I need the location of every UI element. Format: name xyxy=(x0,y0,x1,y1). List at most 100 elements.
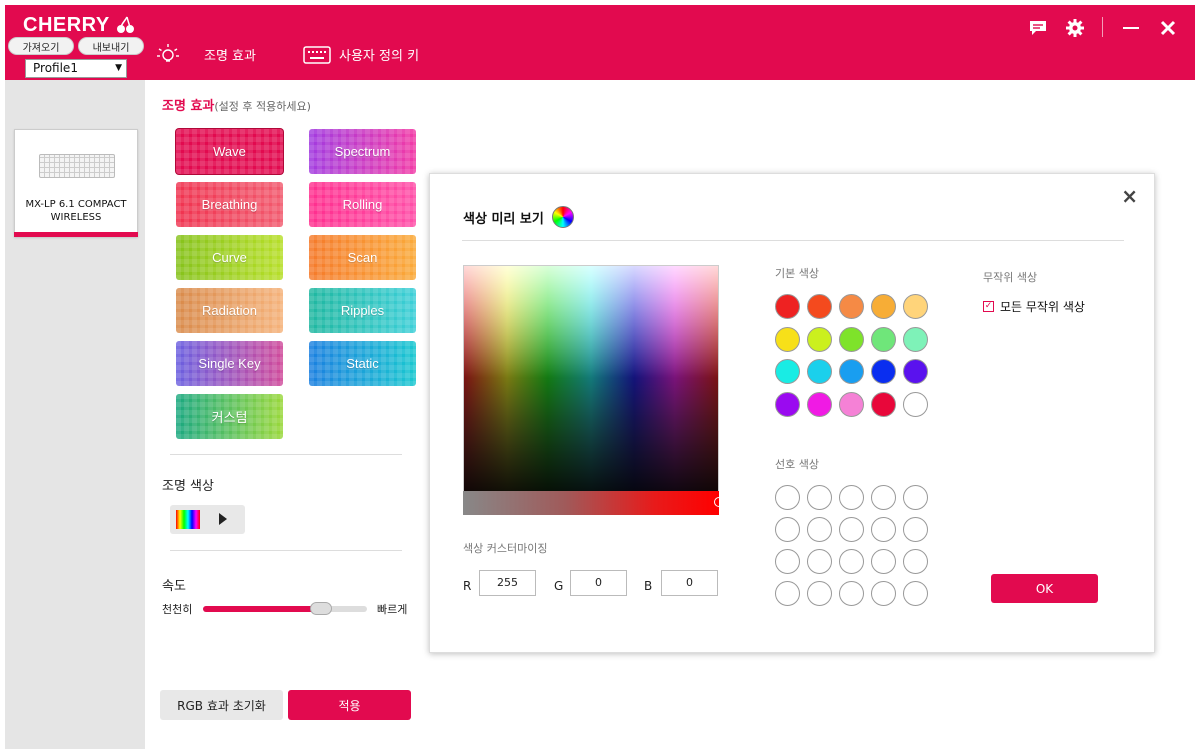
favorite-color-slot[interactable] xyxy=(839,485,864,510)
basic-color-swatch[interactable] xyxy=(807,391,832,417)
divider xyxy=(170,454,402,455)
b-label: B xyxy=(644,579,653,593)
color-picker-handle[interactable] xyxy=(714,497,724,507)
cherry-icon xyxy=(117,16,134,33)
device-name-line1: MX-LP 6.1 COMPACT xyxy=(25,199,127,210)
favorite-color-slot[interactable] xyxy=(807,549,832,574)
gear-icon[interactable] xyxy=(1064,17,1086,39)
export-button[interactable]: 내보내기 xyxy=(78,37,144,55)
effect-button-rolling[interactable]: Rolling xyxy=(309,182,416,227)
basic-color-swatch[interactable] xyxy=(775,391,800,417)
favorite-color-slot[interactable] xyxy=(775,485,800,510)
favorite-color-slot[interactable] xyxy=(839,517,864,542)
effect-label: Scan xyxy=(347,250,378,265)
favorite-color-slot[interactable] xyxy=(807,485,832,510)
close-icon[interactable] xyxy=(1157,17,1179,39)
effect-button-커스텀[interactable]: 커스텀 xyxy=(176,394,283,439)
settings-panel: 조명 효과(설정 후 적용하세요) Wave Spectrum Breathing R… xyxy=(145,80,426,749)
effect-label: Spectrum xyxy=(334,144,391,159)
effect-button-spectrum[interactable]: Spectrum xyxy=(309,129,416,174)
keyboard-icon xyxy=(303,45,331,64)
top-bar: CHERRY 가져오기 내보내기 Profile1 ▼ 조명 효과 사용자 정의… xyxy=(5,5,1195,80)
basic-color-swatch[interactable] xyxy=(839,391,864,417)
device-card[interactable]: MX-LP 6.1 COMPACT WIRELESS xyxy=(14,129,138,237)
hue-preview-bar[interactable] xyxy=(463,491,719,515)
basic-color-swatch[interactable] xyxy=(871,391,896,417)
random-all-label: 모든 무작위 색상 xyxy=(1000,300,1085,314)
basic-color-swatch[interactable] xyxy=(839,294,864,319)
favorite-color-slot[interactable] xyxy=(839,581,864,606)
speed-slider-fill xyxy=(203,606,322,612)
effect-label: Wave xyxy=(213,144,246,159)
minimize-icon[interactable] xyxy=(1120,17,1142,39)
effect-button-scan[interactable]: Scan xyxy=(309,235,416,280)
favorite-color-slot[interactable] xyxy=(903,549,928,574)
lighting-section-title: 조명 효과(설정 후 적용하세요) xyxy=(162,95,311,114)
basic-color-swatch[interactable] xyxy=(871,359,896,384)
random-all-checkbox[interactable]: ✓ xyxy=(983,301,994,312)
basic-colors-label: 기본 색상 xyxy=(775,267,819,280)
effect-label: Single Key xyxy=(198,356,261,371)
basic-color-swatch[interactable] xyxy=(775,359,800,384)
chevron-down-icon: ▼ xyxy=(115,63,122,73)
basic-color-swatch[interactable] xyxy=(775,326,800,352)
effect-button-radiation[interactable]: Radiation xyxy=(176,288,283,333)
g-input[interactable]: 0 xyxy=(570,570,627,596)
basic-color-swatch[interactable] xyxy=(871,294,896,319)
favorite-color-slot[interactable] xyxy=(775,581,800,606)
speed-slider-thumb[interactable] xyxy=(310,602,333,615)
effect-button-curve[interactable]: Curve xyxy=(176,235,283,280)
effect-button-breathing[interactable]: Breathing xyxy=(176,182,283,227)
basic-color-swatch[interactable] xyxy=(903,326,928,352)
color-picker-button[interactable] xyxy=(170,505,245,534)
basic-color-swatch[interactable] xyxy=(807,326,832,352)
favorite-color-slot[interactable] xyxy=(903,581,928,606)
favorite-color-slot[interactable] xyxy=(839,549,864,574)
favorite-color-slot[interactable] xyxy=(871,485,896,510)
effect-button-static[interactable]: Static xyxy=(309,341,416,386)
favorite-color-slot[interactable] xyxy=(871,581,896,606)
customize-label: 색상 커스터마이징 xyxy=(463,542,548,555)
apply-button[interactable]: 적용 xyxy=(288,690,411,720)
effect-button-ripples[interactable]: Ripples xyxy=(309,288,416,333)
nav-custom-key[interactable]: 사용자 정의 키 xyxy=(303,45,419,64)
favorite-color-slot[interactable] xyxy=(871,517,896,542)
basic-color-swatch[interactable] xyxy=(839,359,864,384)
r-input[interactable]: 255 xyxy=(479,570,536,596)
basic-color-swatch[interactable] xyxy=(871,326,896,352)
basic-color-swatch[interactable] xyxy=(903,391,928,417)
basic-color-swatch[interactable] xyxy=(807,359,832,384)
import-button[interactable]: 가져오기 xyxy=(8,37,74,55)
favorite-color-slot[interactable] xyxy=(871,549,896,574)
chat-icon[interactable] xyxy=(1027,17,1049,39)
reset-rgb-button[interactable]: RGB 효과 초기화 xyxy=(160,690,283,720)
favorite-colors-label: 선호 색상 xyxy=(775,458,819,471)
favorite-color-slot[interactable] xyxy=(807,517,832,542)
basic-color-swatch[interactable] xyxy=(807,294,832,319)
nav-custom-key-label: 사용자 정의 키 xyxy=(339,49,420,64)
favorite-color-slot[interactable] xyxy=(775,517,800,542)
effect-button-wave[interactable]: Wave xyxy=(176,129,283,174)
speed-section-title: 속도 xyxy=(162,579,186,594)
favorite-color-slot[interactable] xyxy=(903,517,928,542)
color-swatch xyxy=(176,510,200,529)
dialog-close-icon[interactable]: × xyxy=(1121,184,1138,208)
profile-select[interactable]: Profile1 ▼ xyxy=(25,59,127,78)
speed-slider[interactable] xyxy=(203,602,367,615)
nav-lighting[interactable]: 조명 효과 xyxy=(155,41,256,67)
g-label: G xyxy=(554,579,564,593)
basic-color-swatch[interactable] xyxy=(839,326,864,352)
basic-color-swatch[interactable] xyxy=(903,359,928,384)
color-spectrum-picker[interactable] xyxy=(463,265,719,515)
effect-button-single-key[interactable]: Single Key xyxy=(176,341,283,386)
divider xyxy=(170,550,402,551)
basic-color-swatch[interactable] xyxy=(903,294,928,319)
ok-button[interactable]: OK xyxy=(991,574,1098,603)
device-panel: MX-LP 6.1 COMPACT WIRELESS xyxy=(5,80,145,749)
favorite-color-slot[interactable] xyxy=(903,485,928,510)
b-input[interactable]: 0 xyxy=(661,570,718,596)
favorite-color-slot[interactable] xyxy=(775,549,800,574)
keyboard-image xyxy=(39,154,115,178)
basic-color-swatch[interactable] xyxy=(775,294,800,319)
favorite-color-slot[interactable] xyxy=(807,581,832,606)
